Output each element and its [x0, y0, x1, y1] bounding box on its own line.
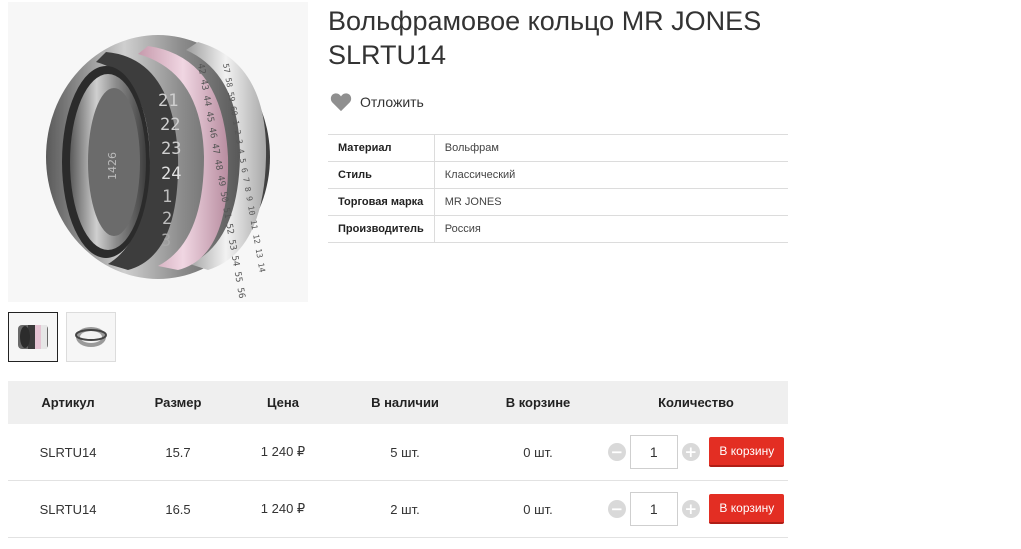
offers-table: Артикул Размер Цена В наличии В корзине … — [8, 381, 788, 538]
property-row: Производитель Россия — [328, 215, 788, 243]
property-key: Стиль — [328, 161, 435, 189]
quantity-input[interactable] — [629, 492, 678, 526]
ring-illustration: 21 22 23 24 1 2 3 42 43 44 45 46 47 48 4… — [46, 35, 270, 302]
offer-price: 1 240 ₽ — [228, 424, 338, 481]
ring-thumb-icon — [75, 327, 107, 347]
offer-size: 16.5 — [128, 480, 228, 538]
ring-digit: 1 — [162, 187, 172, 207]
plus-icon[interactable]: + — [681, 500, 700, 518]
column-header-price: Цена — [228, 381, 338, 424]
thumbnail-2[interactable] — [66, 312, 116, 362]
ring-thumb-icon — [18, 325, 48, 349]
ring-digit: 3 — [161, 231, 171, 251]
property-value: Россия — [434, 215, 788, 243]
ring-digit: 23 — [161, 139, 181, 159]
offer-sku: SLRTU14 — [8, 424, 128, 481]
properties-table: Материал Вольфрам Стиль Классический Тор… — [328, 134, 788, 243]
plus-icon[interactable]: + — [681, 443, 700, 461]
add-to-cart-button[interactable]: В корзину — [709, 437, 785, 467]
property-key: Торговая марка — [328, 188, 435, 216]
offer-in-cart: 0 шт. — [472, 424, 604, 481]
column-header-stock: В наличии — [338, 381, 472, 424]
column-header-quantity: Количество — [604, 381, 788, 424]
offer-quantity-cell: − + В корзину — [604, 480, 788, 538]
offer-quantity-cell: − + В корзину — [604, 424, 788, 481]
wishlist-button[interactable]: Отложить — [330, 92, 424, 112]
offer-sku: SLRTU14 — [8, 480, 128, 538]
column-header-sku: Артикул — [8, 381, 128, 424]
offer-row: SLRTU14 16.5 1 240 ₽ 2 шт. 0 шт. − + В к… — [8, 480, 788, 538]
ring-engraving: 1426 — [106, 152, 119, 180]
offer-stock: 2 шт. — [338, 480, 472, 538]
ring-digit: 22 — [160, 115, 180, 135]
minus-icon[interactable]: − — [607, 443, 626, 461]
minus-icon[interactable]: − — [607, 500, 626, 518]
thumbnail-1[interactable] — [8, 312, 58, 362]
offers-header-row: Артикул Размер Цена В наличии В корзине … — [8, 381, 788, 424]
property-value: Классический — [434, 161, 788, 189]
quantity-stepper: − + — [607, 435, 700, 469]
add-to-cart-button[interactable]: В корзину — [709, 494, 785, 524]
ring-digit: 2 — [162, 209, 172, 229]
wishlist-label: Отложить — [360, 94, 424, 110]
property-row: Торговая марка MR JONES — [328, 188, 788, 216]
property-row: Материал Вольфрам — [328, 134, 788, 162]
product-main-image[interactable]: 21 22 23 24 1 2 3 42 43 44 45 46 47 48 4… — [8, 2, 308, 302]
quantity-input[interactable] — [629, 435, 678, 469]
property-value: Вольфрам — [434, 134, 788, 162]
offer-size: 15.7 — [128, 424, 228, 481]
offer-stock: 5 шт. — [338, 424, 472, 481]
property-value: MR JONES — [434, 188, 788, 216]
column-header-size: Размер — [128, 381, 228, 424]
property-key: Производитель — [328, 215, 435, 243]
ring-digit: 24 — [161, 164, 181, 184]
property-key: Материал — [328, 134, 435, 162]
heart-icon — [330, 93, 352, 112]
offer-price: 1 240 ₽ — [228, 480, 338, 538]
thumbnail-strip — [8, 312, 116, 362]
property-row: Стиль Классический — [328, 161, 788, 189]
quantity-stepper: − + — [607, 492, 700, 526]
product-title: Вольфрамовое кольцо MR JONES SLRTU14 — [328, 6, 762, 70]
offer-in-cart: 0 шт. — [472, 480, 604, 538]
column-header-in-cart: В корзине — [472, 381, 604, 424]
offer-row: SLRTU14 15.7 1 240 ₽ 5 шт. 0 шт. − + В к… — [8, 424, 788, 481]
ring-digit: 21 — [158, 91, 178, 111]
